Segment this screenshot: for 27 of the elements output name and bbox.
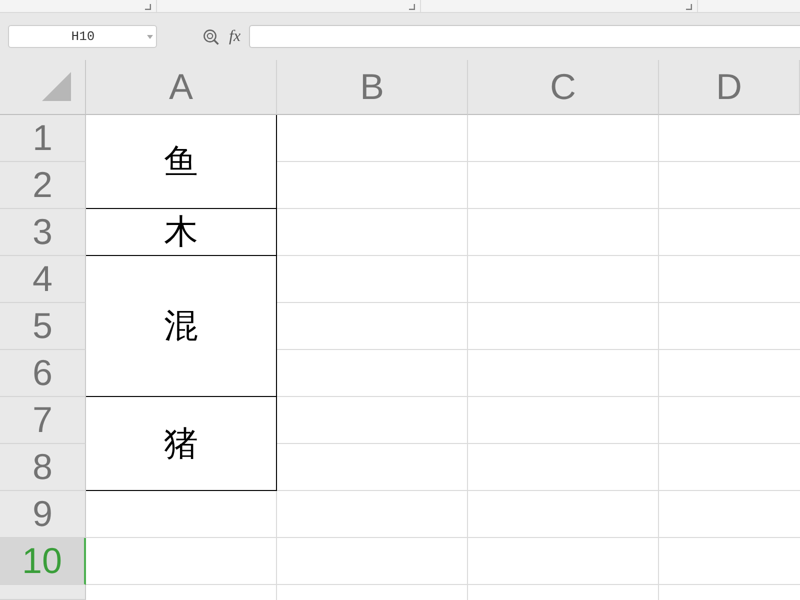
merged-cell: 鱼	[86, 115, 277, 209]
row-header[interactable]: 2	[0, 162, 86, 209]
column-header[interactable]: C	[468, 60, 659, 115]
row-header[interactable]: 8	[0, 444, 86, 491]
column-header[interactable]: A	[86, 60, 277, 115]
caret-icon[interactable]	[147, 34, 153, 38]
corner-icon[interactable]	[409, 4, 415, 10]
fx-button[interactable]: fx	[229, 28, 241, 46]
triangle-icon	[42, 72, 71, 101]
merged-cell: 猪	[86, 397, 277, 491]
corner-icon[interactable]	[145, 4, 151, 10]
merged-cell: 木	[86, 209, 277, 256]
column-header[interactable]: D	[659, 60, 800, 115]
row-header[interactable]: 6	[0, 350, 86, 397]
row-header[interactable]: 3	[0, 209, 86, 256]
corner-icon[interactable]	[686, 4, 692, 10]
column-header[interactable]: B	[277, 60, 468, 115]
formula-input[interactable]	[248, 25, 800, 48]
name-box[interactable]: H10	[8, 25, 157, 48]
row-header[interactable]: 9	[0, 491, 86, 538]
magnifier-icon[interactable]	[203, 28, 219, 44]
merged-cell: 混	[86, 256, 277, 397]
row-header[interactable]: 4	[0, 256, 86, 303]
row-header[interactable]: 7	[0, 397, 86, 444]
row-header[interactable]: 10	[0, 538, 86, 585]
row-header[interactable]: 5	[0, 303, 86, 350]
row-header[interactable]: 1	[0, 115, 86, 162]
